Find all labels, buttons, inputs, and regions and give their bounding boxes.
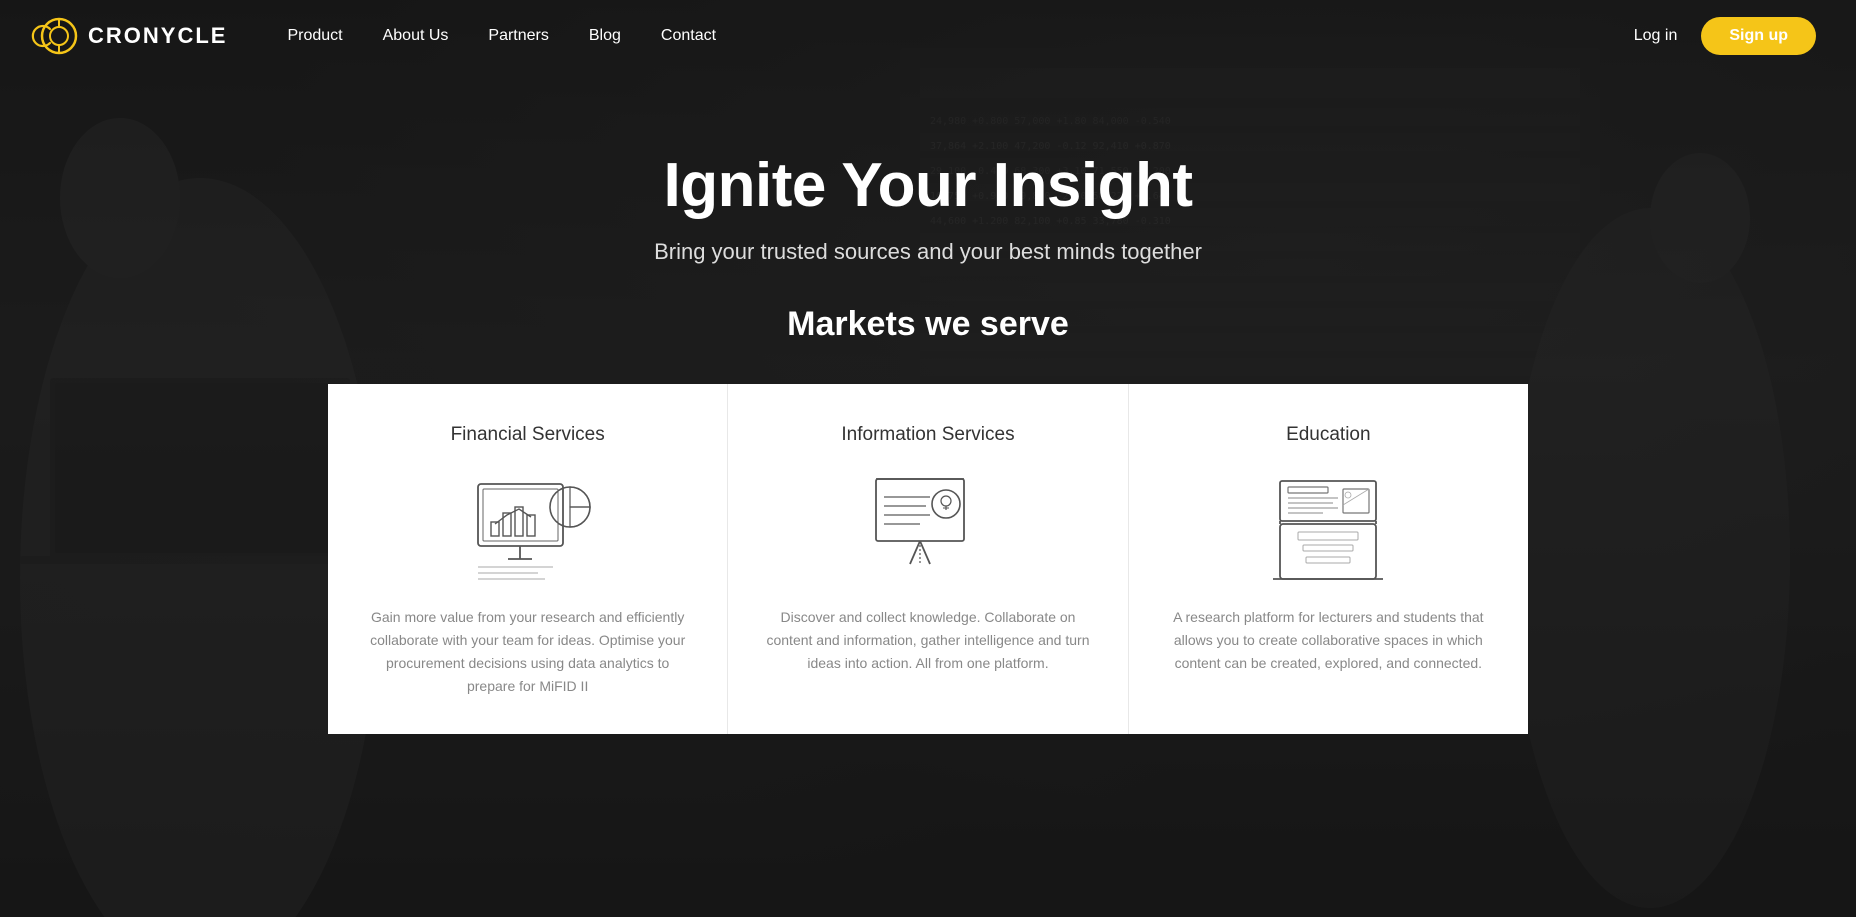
markets-title: Markets we serve xyxy=(787,305,1069,344)
information-services-icon xyxy=(858,466,998,586)
card-title-education: Education xyxy=(1286,424,1371,446)
hero-subtitle: Bring your trusted sources and your best… xyxy=(654,239,1202,265)
cards-container: Financial Services xyxy=(328,384,1528,734)
navbar: CRONYCLE Product About Us Partners Blog … xyxy=(0,0,1856,72)
signup-button[interactable]: Sign up xyxy=(1701,17,1816,55)
card-desc-education: A research platform for lecturers and st… xyxy=(1165,606,1492,675)
card-title-information: Information Services xyxy=(841,424,1014,446)
brand-name: CRONYCLE xyxy=(88,23,227,49)
card-title-financial: Financial Services xyxy=(451,424,605,446)
nav-blog[interactable]: Blog xyxy=(589,27,621,45)
login-link[interactable]: Log in xyxy=(1634,27,1678,45)
card-desc-financial: Gain more value from your research and e… xyxy=(364,606,691,698)
hero-section: 24,980 +0.800 57,000 +1.80 84,000 -0.540… xyxy=(0,0,1856,917)
card-information-services: Information Services xyxy=(728,384,1128,734)
nav-about-us[interactable]: About Us xyxy=(383,27,449,45)
hero-content: Ignite Your Insight Bring your trusted s… xyxy=(0,0,1856,917)
education-icon xyxy=(1258,466,1398,586)
card-education: Education xyxy=(1129,384,1528,734)
financial-services-icon xyxy=(458,466,598,586)
hero-title: Ignite Your Insight xyxy=(664,150,1193,221)
nav-product[interactable]: Product xyxy=(287,27,342,45)
nav-actions: Log in Sign up xyxy=(1634,17,1816,55)
cronycle-logo-icon xyxy=(40,17,78,55)
card-financial-services: Financial Services xyxy=(328,384,728,734)
logo[interactable]: CRONYCLE xyxy=(40,17,227,55)
nav-contact[interactable]: Contact xyxy=(661,27,716,45)
card-desc-information: Discover and collect knowledge. Collabor… xyxy=(764,606,1091,675)
nav-links: Product About Us Partners Blog Contact xyxy=(287,27,1633,45)
nav-partners[interactable]: Partners xyxy=(488,27,548,45)
